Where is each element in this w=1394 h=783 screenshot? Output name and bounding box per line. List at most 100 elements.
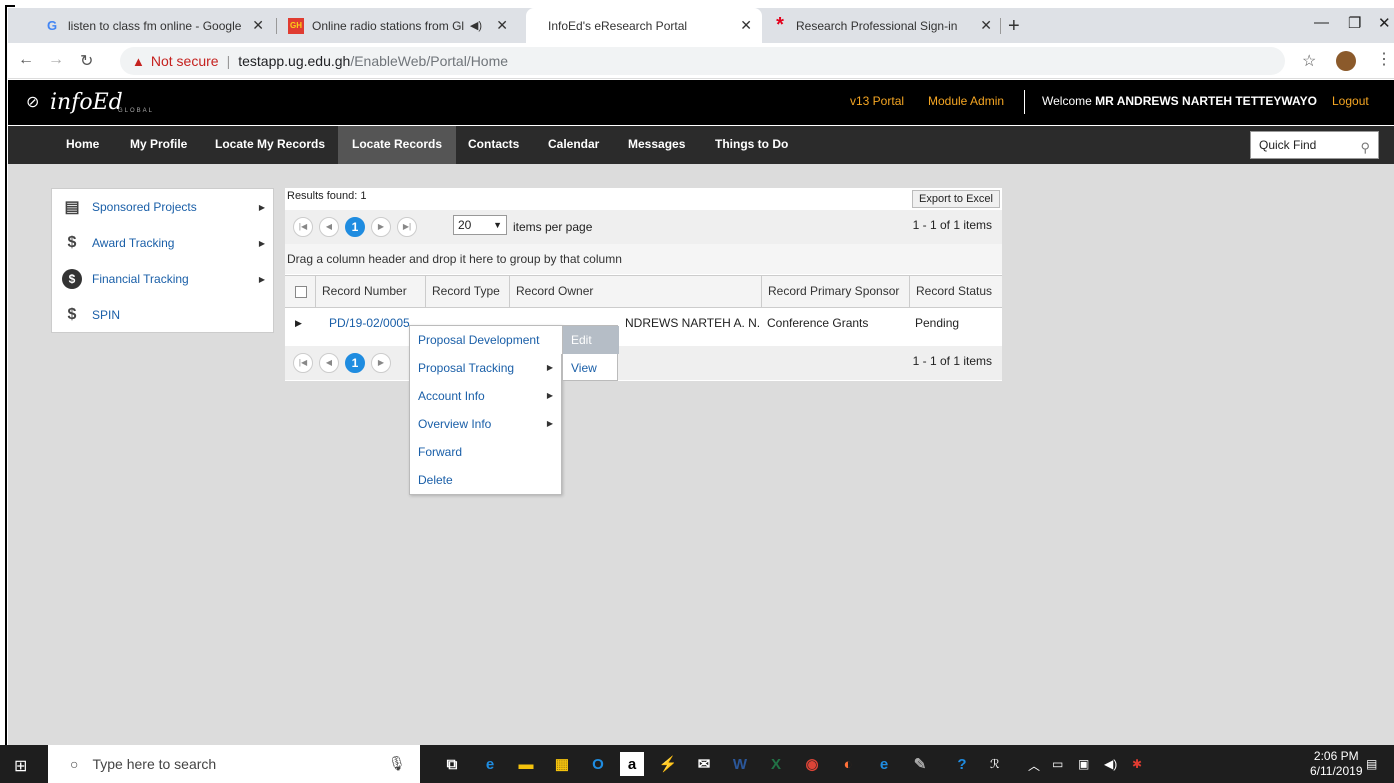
new-tab-button[interactable]: + <box>1008 15 1020 38</box>
page-current[interactable]: 1 <box>345 353 365 373</box>
menu-kebab-icon[interactable]: ⋮ <box>1376 49 1392 69</box>
nav-things-to-do[interactable]: Things to Do <box>701 126 802 164</box>
speaker-icon[interactable]: ◀) <box>470 19 482 32</box>
help-icon[interactable]: ? <box>950 752 974 776</box>
record-number-link[interactable]: PD/19-02/0005 <box>323 308 410 338</box>
submenu-view[interactable]: View <box>563 354 619 382</box>
nav-locate-records[interactable]: Locate Records <box>338 126 457 164</box>
tab-radio[interactable]: GH Online radio stations from Gl ◀) ✕ <box>278 8 518 43</box>
select-all-checkbox[interactable] <box>295 286 307 298</box>
internet-explorer-icon[interactable]: e <box>872 752 896 776</box>
taskbar-clock[interactable]: 2:06 PM 6/11/2019 <box>1310 749 1363 779</box>
close-icon[interactable]: ✕ <box>496 17 508 34</box>
col-record-primary-sponsor[interactable]: Record Primary Sponsor <box>761 276 909 307</box>
outlook-icon[interactable]: O <box>586 752 610 776</box>
tab-infoed[interactable]: InfoEd's eResearch Portal ✕ <box>526 8 762 43</box>
sync-icon[interactable]: ✱ <box>1132 757 1142 771</box>
page-current[interactable]: 1 <box>345 217 365 237</box>
bookmark-star-icon[interactable]: ☆ <box>1302 51 1316 71</box>
file-explorer-icon[interactable]: ▬ <box>514 752 538 776</box>
menu-proposal-development[interactable]: Proposal Development <box>410 326 563 354</box>
logout-link[interactable]: Logout <box>1332 94 1369 108</box>
back-icon[interactable]: ← <box>18 51 34 69</box>
search-icon: ○ <box>70 756 79 772</box>
minimize-icon[interactable]: — <box>1314 14 1329 31</box>
col-record-type[interactable]: Record Type <box>425 276 509 307</box>
close-icon[interactable]: ✕ <box>740 17 752 34</box>
restore-icon[interactable]: ❐ <box>1348 14 1361 32</box>
close-icon[interactable]: ✕ <box>980 17 992 34</box>
next-page-icon[interactable]: ▶ <box>371 217 391 237</box>
first-page-icon[interactable]: |◀ <box>293 353 313 373</box>
not-secure-label: Not secure <box>150 53 219 69</box>
group-by-bar[interactable]: Drag a column header and drop it here to… <box>285 244 1002 274</box>
expand-row-icon[interactable]: ▶ <box>295 318 302 329</box>
next-page-icon[interactable]: ▶ <box>371 353 391 373</box>
menu-proposal-tracking[interactable]: Proposal Tracking ▶ <box>410 354 563 382</box>
word-icon[interactable]: W <box>728 752 752 776</box>
paint-icon[interactable]: ✎ <box>908 752 932 776</box>
amazon-icon[interactable]: a <box>620 752 644 776</box>
network-icon[interactable]: ▣ <box>1078 757 1089 771</box>
close-window-icon[interactable]: ✕ <box>1378 14 1391 32</box>
menu-forward[interactable]: Forward <box>410 438 563 466</box>
tab-google[interactable]: G listen to class fm online - Google ✕ <box>34 8 274 43</box>
search-icon[interactable]: ⚲ <box>1360 135 1370 161</box>
firefox-icon[interactable]: ◐ <box>836 752 860 776</box>
windows-start-icon[interactable]: ⊞ <box>14 756 27 776</box>
notifications-icon[interactable]: ▤ <box>1366 757 1377 771</box>
edge-icon[interactable]: e <box>478 752 502 776</box>
tab-research-professional[interactable]: * Research Professional Sign-in ✕ <box>762 8 1002 43</box>
col-record-status[interactable]: Record Status <box>909 276 1002 307</box>
taskbar-search[interactable]: ○ Type here to search <box>48 745 420 783</box>
chrome-icon[interactable]: ◉ <box>800 752 824 776</box>
col-record-number[interactable]: Record Number <box>315 276 425 307</box>
volume-icon[interactable]: ◀) <box>1104 757 1117 771</box>
window-edge <box>5 5 7 745</box>
submenu-edit[interactable]: Edit <box>563 326 619 354</box>
col-record-owner[interactable]: Record Owner <box>509 276 761 307</box>
side-item-spin[interactable]: $ SPIN <box>52 297 275 333</box>
side-item-financial-tracking[interactable]: $ Financial Tracking ▶ <box>52 261 275 297</box>
first-page-icon[interactable]: |◀ <box>293 217 313 237</box>
module-admin-link[interactable]: Module Admin <box>928 94 1004 108</box>
battery-icon[interactable]: ▭ <box>1052 757 1063 771</box>
export-to-excel-button[interactable]: Export to Excel <box>912 190 1000 208</box>
nav-calendar[interactable]: Calendar <box>534 126 613 164</box>
task-view-icon[interactable]: ⧉ <box>440 752 464 776</box>
nav-my-profile[interactable]: My Profile <box>116 126 201 164</box>
menu-overview-info[interactable]: Overview Info ▶ <box>410 410 563 438</box>
nav-locate-my-records[interactable]: Locate My Records <box>201 126 339 164</box>
quick-find-input[interactable]: Quick Find ⚲ <box>1250 131 1379 159</box>
microphone-icon[interactable]: 🎙 <box>388 755 406 772</box>
page-info: 1 - 1 of 1 items <box>912 218 992 232</box>
table-row[interactable]: ▶ PD/19-02/0005 NDREWS NARTEH A. N. Conf… <box>285 308 1002 338</box>
mail-icon[interactable]: ✉ <box>692 752 716 776</box>
google-icon: G <box>46 18 58 33</box>
side-item-award-tracking[interactable]: $ Award Tracking ▶ <box>52 225 275 261</box>
chevron-up-icon[interactable]: ︿ <box>1028 757 1040 774</box>
v13-portal-link[interactable]: v13 Portal <box>850 94 904 108</box>
store-icon[interactable]: ▦ <box>550 752 574 776</box>
menu-delete[interactable]: Delete <box>410 466 563 494</box>
grid-header-row: Record Number Record Type Record Owner R… <box>285 275 1002 308</box>
lightning-icon[interactable]: ⚡ <box>656 752 680 776</box>
url-field[interactable]: ▲ Not secure | testapp.ug.edu.gh /Enable… <box>120 47 1285 75</box>
profile-avatar[interactable] <box>1336 51 1356 71</box>
page-size-select[interactable]: 20 ▼ <box>453 215 507 235</box>
people-icon[interactable]: ℛ <box>990 757 1000 771</box>
url-path: /EnableWeb/Portal/Home <box>350 53 509 69</box>
reload-icon[interactable]: ↻ <box>80 51 93 71</box>
logo-subtitle: GLOBAL <box>118 108 155 114</box>
nav-contacts[interactable]: Contacts <box>454 126 533 164</box>
close-icon[interactable]: ✕ <box>252 17 264 34</box>
last-page-icon[interactable]: ▶| <box>397 217 417 237</box>
excel-icon[interactable]: X <box>764 752 788 776</box>
nav-home[interactable]: Home <box>52 126 113 164</box>
menu-account-info[interactable]: Account Info ▶ <box>410 382 563 410</box>
prev-page-icon[interactable]: ◀ <box>319 353 339 373</box>
side-item-sponsored-projects[interactable]: ▤ Sponsored Projects ▶ <box>52 189 275 225</box>
forward-icon[interactable]: → <box>48 51 64 69</box>
nav-messages[interactable]: Messages <box>614 126 699 164</box>
prev-page-icon[interactable]: ◀ <box>319 217 339 237</box>
